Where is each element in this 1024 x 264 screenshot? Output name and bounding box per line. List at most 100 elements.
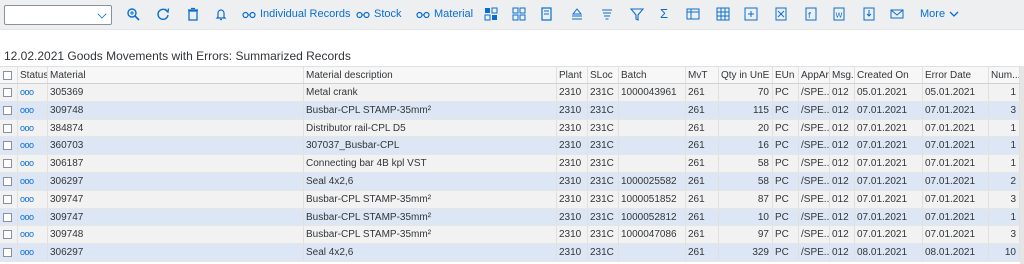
table-row[interactable]: ooo 309748 Busbar-CPL STAMP-35mm² 2310 231C 1…: [0, 226, 1024, 245]
col-qty-cell: 58: [719, 155, 773, 172]
col-num-cell: 10: [989, 244, 1020, 261]
col-batch-header[interactable]: Batch: [619, 67, 686, 83]
vertical-scrollbar[interactable]: [1020, 66, 1024, 264]
select-all-cell: [0, 67, 18, 83]
col-mvt-cell: 261: [686, 155, 719, 172]
zoom-icon[interactable]: [126, 7, 142, 23]
row-select-cell: [0, 172, 18, 190]
status-icon[interactable]: ooo: [18, 119, 48, 137]
row-select-checkbox[interactable]: [3, 248, 12, 258]
select-all-checkbox[interactable]: [3, 71, 12, 80]
status-dots-icon: ooo: [20, 104, 34, 115]
row-select-checkbox[interactable]: [3, 194, 12, 204]
document-search-icon[interactable]: [540, 7, 556, 23]
col-batch-cell: [619, 101, 686, 119]
table-row[interactable]: ooo 309747 Busbar-CPL STAMP-35mm² 2310 231C 1…: [0, 190, 1024, 209]
sort-ascending-icon[interactable]: [570, 7, 586, 23]
status-icon[interactable]: ooo: [18, 226, 48, 244]
col-appar-cell: /SPE...: [799, 244, 830, 261]
col-error-date-header[interactable]: Error Date: [923, 67, 989, 83]
table-row[interactable]: ooo 306297 Seal 4x2,6 2310 231C 261 329 PC/SPE.…: [0, 244, 1024, 262]
refresh-icon[interactable]: [156, 7, 172, 23]
col-msg-cell: 012: [830, 155, 855, 172]
table-row[interactable]: ooo 360703 307037_Busbar-CPL 2310 231C 261 16 P…: [0, 137, 1024, 156]
grid-layout-icon[interactable]: [484, 7, 500, 23]
col-msg-cell: 012: [830, 119, 855, 137]
status-icon[interactable]: ooo: [18, 137, 48, 155]
status-dots-icon: ooo: [20, 175, 34, 186]
word-icon[interactable]: W: [832, 7, 848, 23]
col-qty-cell: 58: [719, 172, 773, 190]
col-sloc-header[interactable]: SLoc: [588, 67, 619, 83]
status-icon[interactable]: ooo: [18, 244, 48, 261]
col-plant-cell: 2310: [557, 226, 588, 244]
col-mvt-cell: 261: [686, 226, 719, 244]
table-row[interactable]: ooo 305369 Metal crank 2310 231C 1000043961 26…: [0, 84, 1024, 102]
col-num-header[interactable]: Num...: [989, 67, 1020, 83]
excel-icon[interactable]: [774, 7, 790, 23]
delete-icon[interactable]: [186, 7, 202, 23]
tiles-icon[interactable]: [512, 7, 528, 23]
row-select-checkbox[interactable]: [3, 123, 12, 133]
col-msg-header[interactable]: Msg.: [830, 67, 855, 83]
more-button[interactable]: More: [920, 8, 959, 20]
table-row[interactable]: ooo 384874 Distributor rail-CPL D5 2310 231C…: [0, 119, 1024, 138]
col-error-date-cell: 07.01.2021: [923, 172, 989, 190]
col-mvt-header[interactable]: MvT: [686, 67, 719, 83]
status-icon[interactable]: ooo: [18, 155, 48, 172]
col-material-header[interactable]: Material: [48, 67, 304, 83]
stock-button[interactable]: Stock: [356, 8, 402, 20]
filter-icon[interactable]: [630, 7, 646, 23]
col-created-on-header[interactable]: Created On: [855, 67, 923, 83]
table-row[interactable]: ooo 309747 Busbar-CPL STAMP-35mm² 2310 231C 1…: [0, 208, 1024, 227]
table-row[interactable]: ooo 306187 Connecting bar 4B kpl VST 2310 23…: [0, 155, 1024, 173]
spreadsheet-icon[interactable]: [686, 7, 702, 23]
status-icon[interactable]: ooo: [18, 172, 48, 190]
formula-icon[interactable]: f: [804, 7, 820, 23]
row-select-checkbox[interactable]: [3, 88, 12, 97]
col-qty-cell: 70: [719, 84, 773, 101]
table-settings-icon[interactable]: [716, 7, 732, 23]
row-select-checkbox[interactable]: [3, 230, 12, 240]
export-icon[interactable]: [744, 7, 760, 23]
col-description-cell: Connecting bar 4B kpl VST: [304, 155, 557, 172]
col-num-cell: 1: [989, 208, 1020, 226]
col-qty-header[interactable]: Qty in UnE: [719, 67, 773, 83]
status-icon[interactable]: ooo: [18, 101, 48, 119]
row-select-checkbox[interactable]: [3, 159, 12, 169]
col-mvt-cell: 261: [686, 190, 719, 208]
col-status-header[interactable]: Status: [18, 67, 48, 83]
status-icon[interactable]: ooo: [18, 84, 48, 101]
glasses-icon: [416, 11, 430, 19]
col-plant-cell: 2310: [557, 190, 588, 208]
mail-icon[interactable]: [890, 7, 906, 23]
col-batch-cell: [619, 137, 686, 155]
col-appar-cell: /SPE...: [799, 190, 830, 208]
table-row[interactable]: ooo 309748 Busbar-CPL STAMP-35mm² 2310 231C 2…: [0, 101, 1024, 120]
col-created-on-cell: 07.01.2021: [855, 226, 923, 244]
row-select-checkbox[interactable]: [3, 105, 12, 115]
sort-descending-icon[interactable]: [600, 7, 616, 23]
row-select-cell: [0, 226, 18, 244]
col-appar-cell: /SPE...: [799, 84, 830, 101]
bell-icon[interactable]: [214, 7, 230, 23]
stock-label: Stock: [374, 8, 402, 20]
local-file-icon[interactable]: [862, 7, 878, 23]
status-dots-icon: ooo: [20, 140, 34, 151]
col-description-header[interactable]: Material description: [304, 67, 557, 83]
material-button[interactable]: Material: [416, 8, 473, 20]
col-plant-header[interactable]: Plant: [557, 67, 588, 83]
layout-variant-select[interactable]: [4, 5, 112, 25]
table-row[interactable]: ooo 306297 Seal 4x2,6 2310 231C 1000025582 261…: [0, 172, 1024, 191]
row-select-checkbox[interactable]: [3, 176, 12, 186]
individual-records-button[interactable]: Individual Records: [242, 8, 351, 20]
status-icon[interactable]: ooo: [18, 190, 48, 208]
col-msg-cell: 012: [830, 137, 855, 155]
sum-icon[interactable]: Σ: [660, 6, 676, 22]
more-label: More: [920, 8, 946, 20]
row-select-checkbox[interactable]: [3, 141, 12, 151]
col-eun-header[interactable]: EUn: [773, 67, 799, 83]
row-select-checkbox[interactable]: [3, 212, 12, 222]
status-icon[interactable]: ooo: [18, 208, 48, 226]
col-appar-header[interactable]: AppAr: [799, 67, 830, 83]
